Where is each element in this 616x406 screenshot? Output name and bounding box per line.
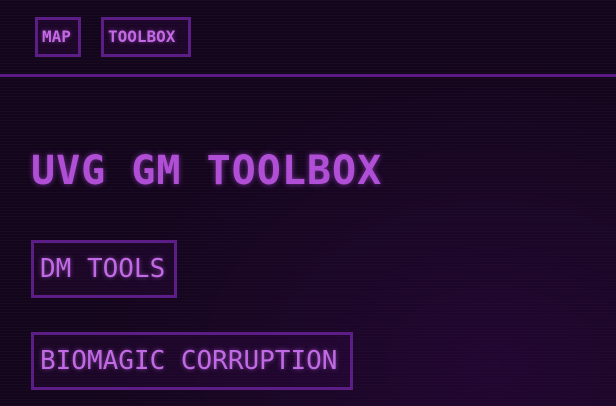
top-navigation-bar: MAP TOOLBOX — [0, 0, 616, 77]
biomagic-corruption-button[interactable]: BIOMAGIC CORRUPTION — [31, 332, 353, 390]
dm-tools-button[interactable]: DM TOOLS — [31, 240, 177, 298]
nav-toolbox-button[interactable]: TOOLBOX — [101, 17, 191, 57]
page-title: UVG GM TOOLBOX — [31, 148, 383, 194]
nav-map-button[interactable]: MAP — [35, 17, 81, 57]
